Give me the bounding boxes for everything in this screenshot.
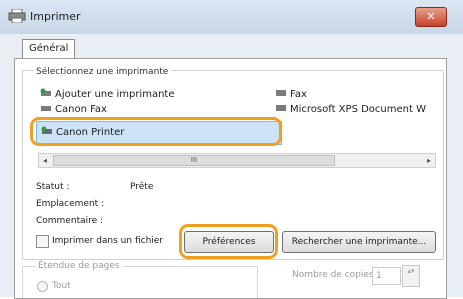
- scroll-thumb[interactable]: III: [53, 155, 335, 166]
- fax-printer-icon: [41, 106, 51, 111]
- list-item[interactable]: Fax: [275, 88, 307, 100]
- page-range-legend: Étendue de pages: [36, 261, 122, 271]
- list-item-label: Ajouter une imprimante: [55, 89, 175, 100]
- selected-printer-highlight: [30, 117, 282, 146]
- status-value: Prête: [130, 182, 154, 192]
- printer-group-legend: Sélectionnez une imprimante: [33, 67, 172, 77]
- window-title: Imprimer: [30, 10, 81, 23]
- list-item-label: Fax: [290, 89, 307, 100]
- scroll-right-icon[interactable]: ▸: [423, 154, 435, 167]
- copies-label: Nombre de copies :: [292, 270, 380, 280]
- list-item-label: Canon Fax: [55, 104, 107, 113]
- copies-stepper[interactable]: ▴▾: [402, 265, 420, 287]
- list-item[interactable]: Ajouter une imprimante: [40, 88, 174, 100]
- find-printer-button[interactable]: Rechercher une imprimante...: [282, 231, 436, 253]
- horizontal-scrollbar[interactable]: ◂ III ▸: [38, 153, 436, 168]
- list-item-label: Microsoft XPS Document W: [290, 104, 426, 115]
- close-button[interactable]: ✕: [415, 7, 447, 27]
- comment-label: Commentaire :: [36, 216, 104, 226]
- location-label: Emplacement :: [36, 199, 105, 209]
- all-pages-label: Tout: [52, 281, 71, 291]
- all-pages-radio[interactable]: [37, 281, 48, 292]
- list-item[interactable]: Microsoft XPS Document W: [275, 103, 445, 115]
- list-item[interactable]: Canon Fax: [40, 103, 107, 113]
- print-dialog: Imprimer ✕ Général Sélectionnez une impr…: [0, 0, 463, 299]
- print-to-file-checkbox[interactable]: [36, 235, 49, 248]
- scroll-left-icon[interactable]: ◂: [39, 154, 51, 167]
- tab-bar: Général: [8, 34, 454, 60]
- tab-general[interactable]: Général: [22, 39, 76, 58]
- print-to-file-label: Imprimer dans un fichier: [52, 236, 164, 246]
- title-bar: Imprimer ✕: [0, 0, 463, 34]
- preferences-highlight: [179, 224, 278, 259]
- xps-printer-icon: [276, 105, 286, 111]
- printer-icon: [8, 9, 26, 23]
- add-printer-icon: [40, 88, 51, 96]
- status-label: Statut :: [36, 182, 70, 192]
- copies-input[interactable]: 1: [372, 267, 401, 285]
- fax-icon: [276, 90, 286, 96]
